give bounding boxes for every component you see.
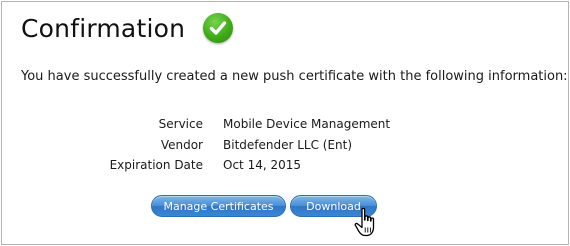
checkmark-icon [203,13,234,43]
expiration-date-label: Expiration Date [109,158,203,173]
hand-cursor-icon [354,207,375,237]
page-title: Confirmation [21,13,186,43]
service-label: Service [158,117,203,132]
manage-certificates-button[interactable]: Manage Certificates [151,195,286,217]
expiration-date-value: Oct 14, 2015 [223,158,301,173]
confirmation-panel: Confirmation You have successfully creat… [1,1,569,245]
service-value: Mobile Device Management [223,117,391,132]
confirmation-message: You have successfully created a new push… [21,69,568,84]
vendor-label: Vendor [160,137,203,152]
certificate-details: Service Mobile Device Management Vendor … [92,114,391,176]
vendor-value: Bitdefender LLC (Ent) [223,137,353,152]
detail-row-vendor: Vendor Bitdefender LLC (Ent) [92,135,390,156]
detail-row-service: Service Mobile Device Management [92,114,390,135]
button-group: Manage Certificates Download [151,195,377,217]
detail-row-expiration: Expiration Date Oct 14, 2015 [92,155,390,176]
title-row: Confirmation [21,10,234,46]
